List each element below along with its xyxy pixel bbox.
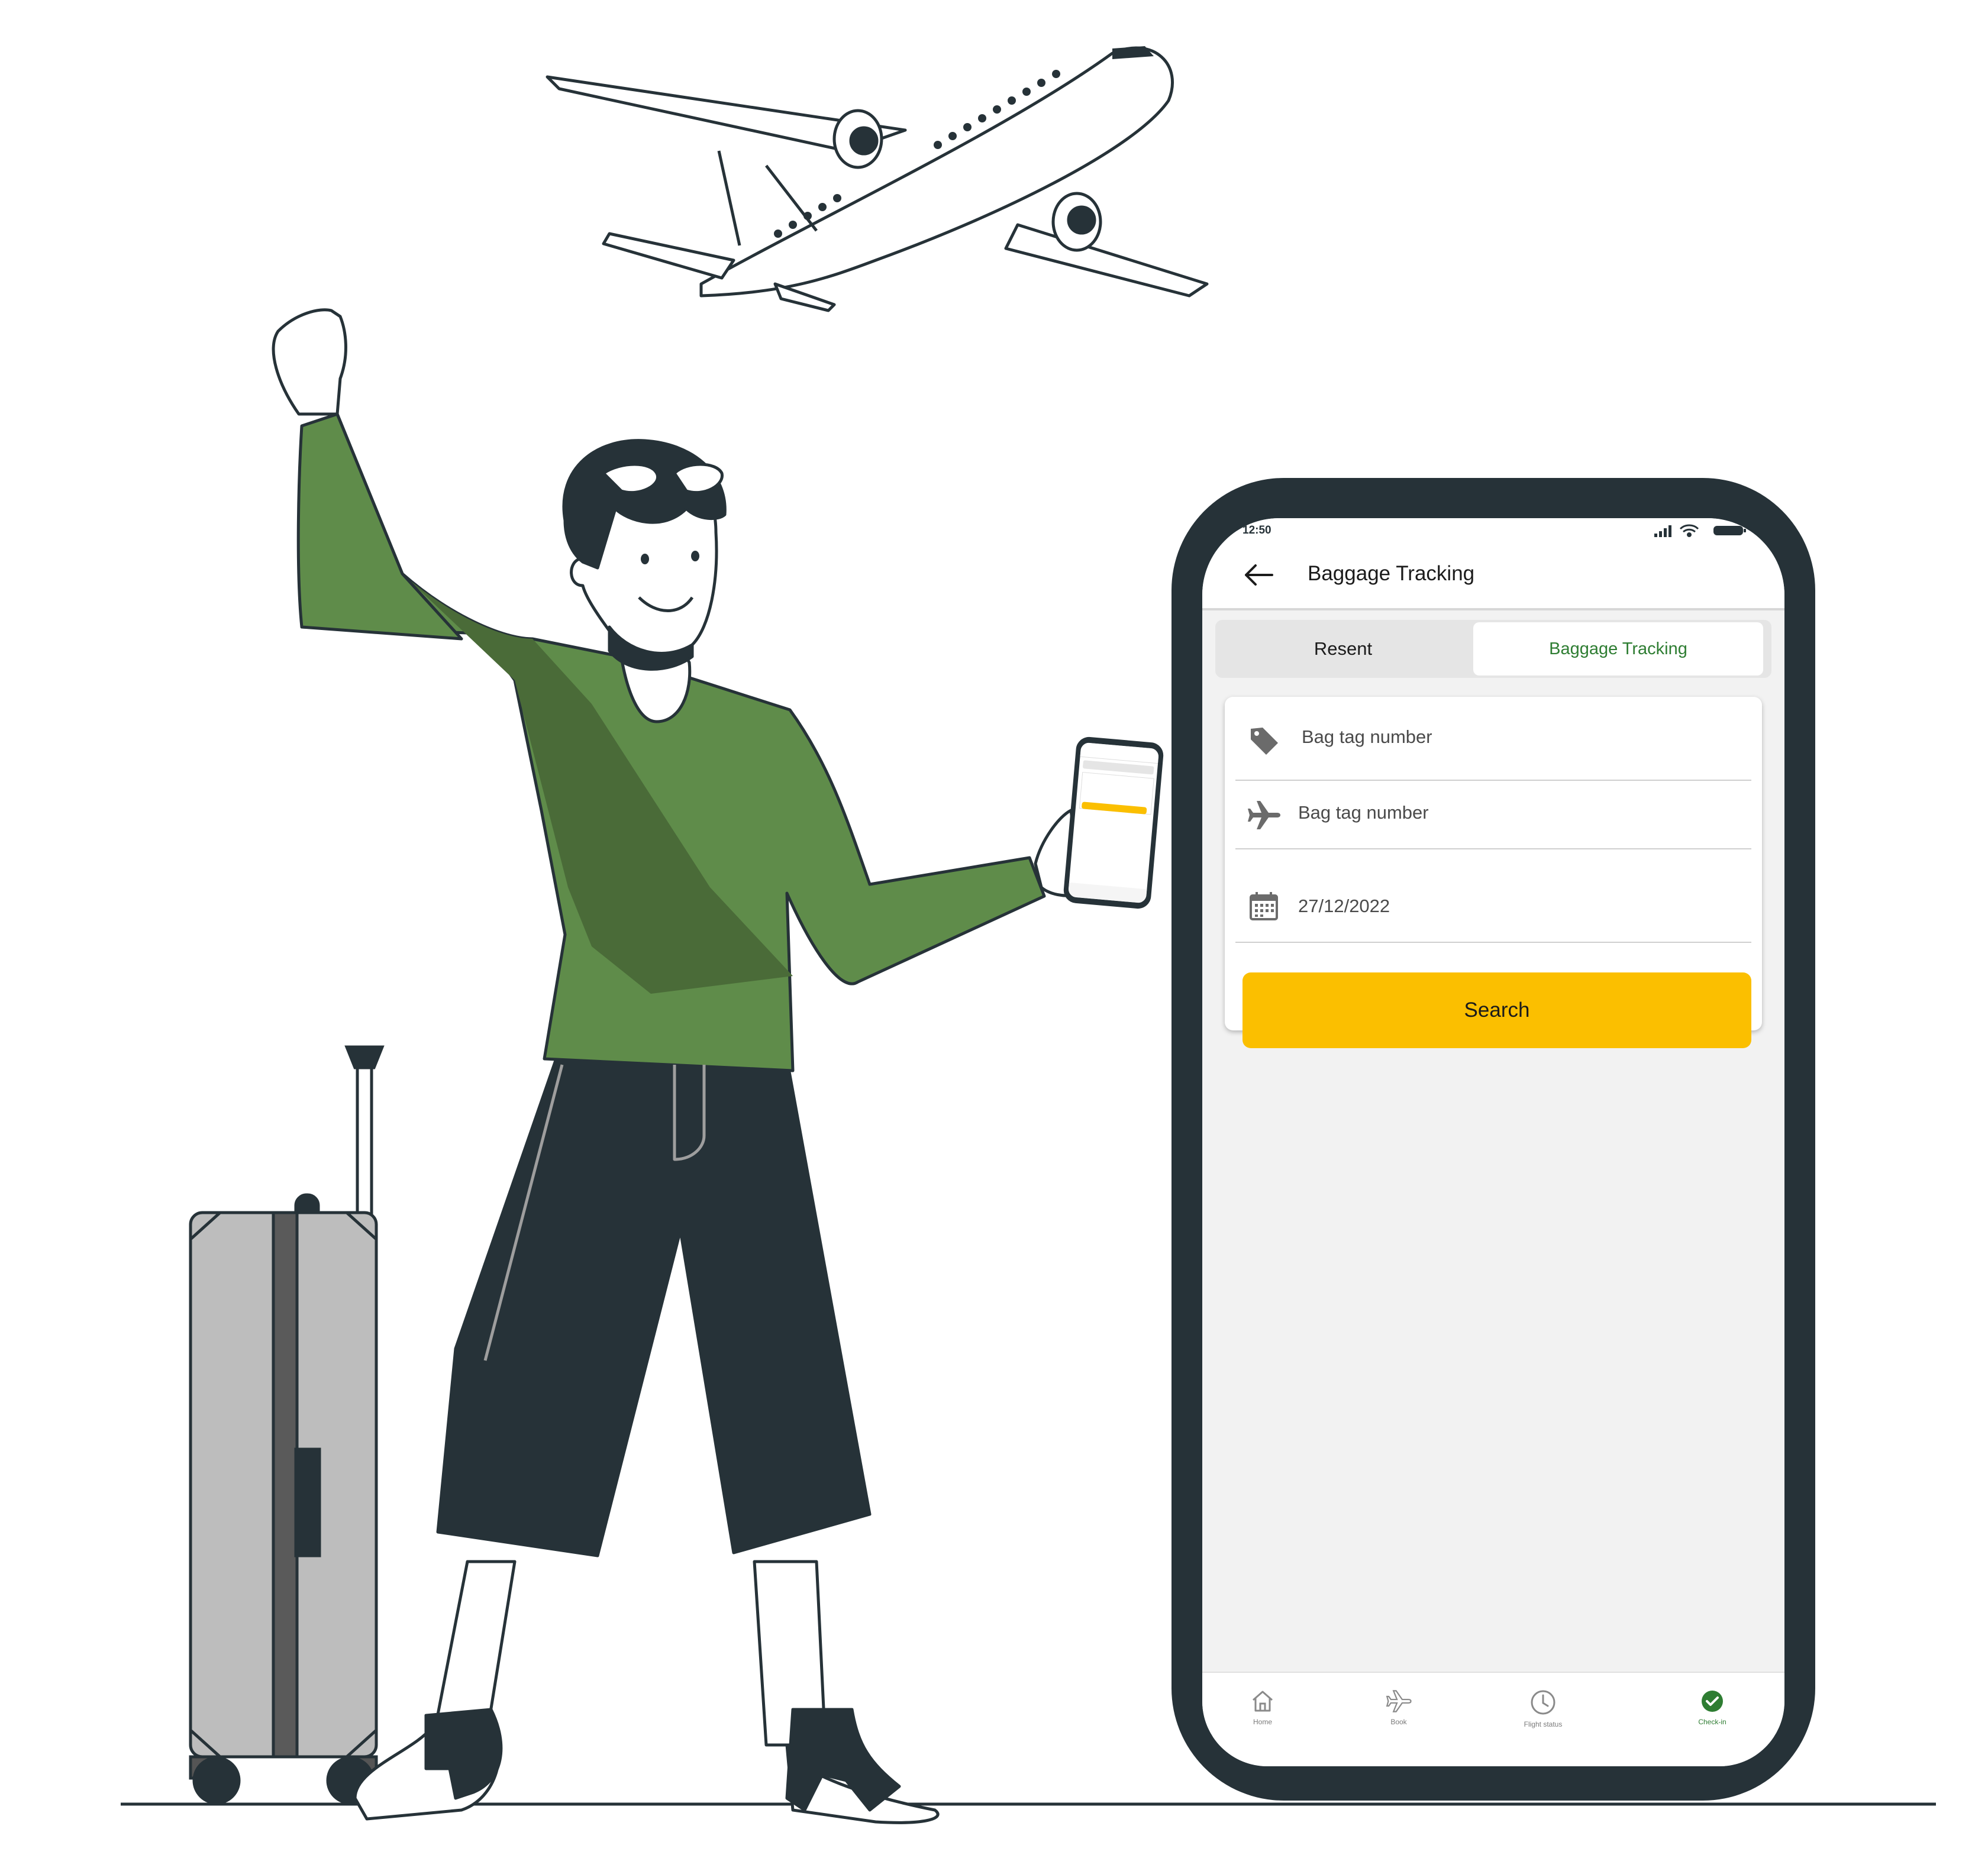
tab-bar: Resent Baggage Tracking: [1215, 620, 1771, 678]
nav-item-book[interactable]: Book: [1351, 1688, 1446, 1753]
search-button[interactable]: Search: [1242, 972, 1751, 1048]
battery-icon: [1713, 526, 1746, 535]
app-header: Baggage Tracking: [1202, 542, 1784, 610]
phone-frame: 12:50 Baggage Tracking Resent Baggage Tr…: [1172, 478, 1815, 1801]
status-time: 12:50: [1242, 524, 1271, 537]
tab-resent[interactable]: Resent: [1215, 620, 1471, 678]
nav-label-check-in: Check-in: [1698, 1718, 1726, 1726]
nav-item-home[interactable]: Home: [1215, 1688, 1310, 1753]
bag-tag-number-field[interactable]: Bag tag number: [1235, 697, 1751, 781]
tag-icon: [1251, 728, 1278, 755]
airplane-icon: [1248, 801, 1280, 829]
nav-label-home: Home: [1253, 1718, 1272, 1726]
date-field[interactable]: 27/12/2022: [1235, 849, 1751, 943]
man-illustration: [272, 308, 1085, 1824]
flight-field-placeholder: Bag tag number: [1298, 802, 1429, 823]
suitcase-illustration: [189, 1045, 385, 1805]
baggage-search-card: Bag tag number Bag tag number 27/12/2022…: [1225, 697, 1762, 1048]
page-title: Baggage Tracking: [1308, 562, 1475, 585]
home-icon: [1253, 1691, 1273, 1712]
nav-item-flight-status[interactable]: Flight status: [1496, 1688, 1590, 1753]
airplane-illustration: [546, 46, 1209, 312]
nav-item-check-in[interactable]: Check-in: [1665, 1688, 1760, 1753]
status-icons: [1654, 524, 1746, 537]
mini-phone-screen: [1067, 742, 1160, 904]
wifi-icon: [1679, 524, 1699, 537]
nav-label-flight-status: Flight status: [1524, 1720, 1563, 1728]
calendar-icon: [1250, 892, 1278, 920]
arrow-left-icon[interactable]: [1240, 556, 1278, 594]
bag-tag-number-placeholder: Bag tag number: [1302, 726, 1432, 747]
bottom-nav: Home Book Flight status Check-in: [1202, 1672, 1784, 1766]
airplane-icon: [1386, 1690, 1412, 1712]
status-bar: 12:50: [1202, 518, 1784, 542]
flight-number-field[interactable]: Bag tag number: [1235, 781, 1751, 849]
mini-bottom-nav: [1067, 882, 1147, 904]
nav-label-book: Book: [1390, 1718, 1407, 1726]
mini-phone-illustration: [1062, 736, 1165, 910]
tab-baggage-tracking[interactable]: Baggage Tracking: [1473, 622, 1763, 676]
signal-icon: [1654, 525, 1671, 537]
date-value: 27/12/2022: [1298, 896, 1390, 916]
clock-icon: [1531, 1690, 1555, 1715]
phone-screen: 12:50 Baggage Tracking Resent Baggage Tr…: [1202, 518, 1784, 1766]
check-circle-icon: [1702, 1691, 1723, 1712]
